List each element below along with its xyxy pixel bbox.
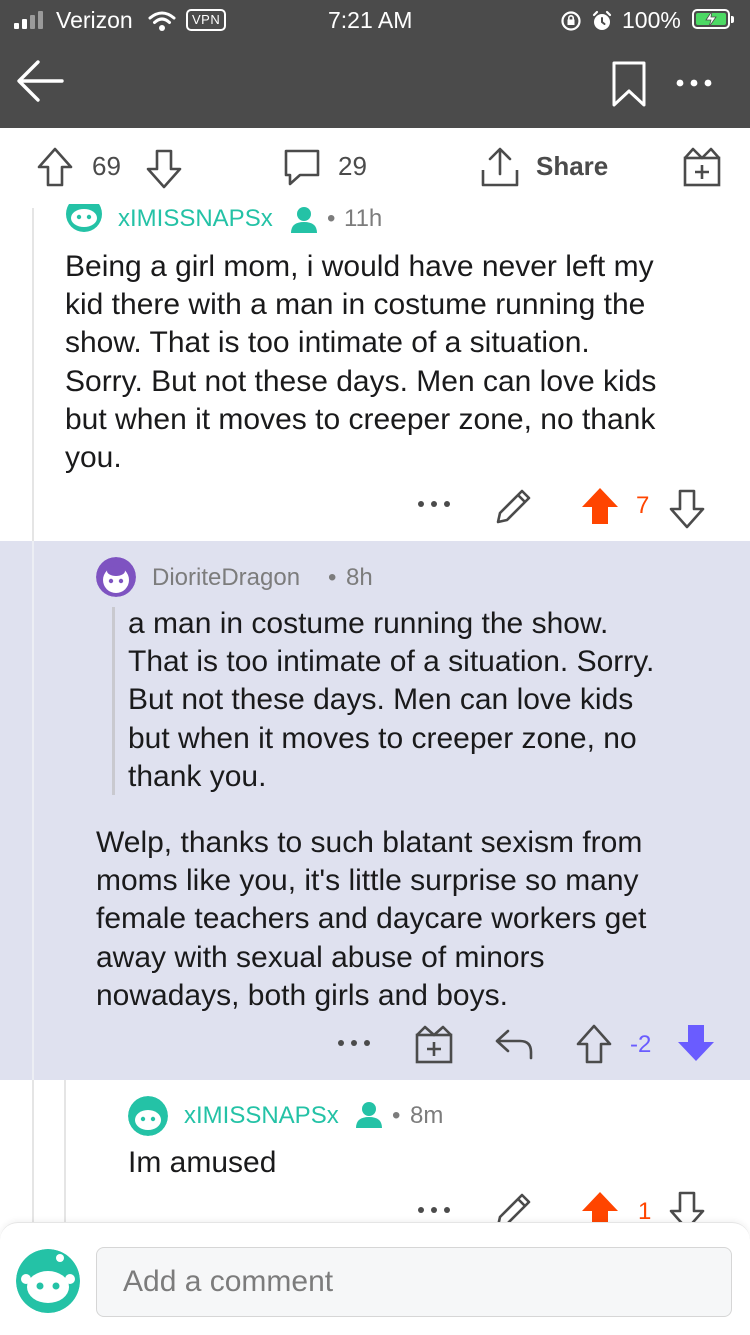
- carrier-name: Verizon: [56, 7, 133, 33]
- op-user-icon: [291, 207, 317, 233]
- top-bar: Verizon VPN 7:21 AM 100%: [0, 0, 750, 128]
- more-options-icon[interactable]: [416, 498, 452, 510]
- post-action-bar: 69 29 Share: [0, 128, 750, 208]
- wifi-icon: [148, 11, 176, 31]
- alarm-icon: [592, 10, 612, 30]
- upvote-icon[interactable]: [580, 486, 620, 526]
- meta-separator: •: [327, 205, 336, 232]
- comment-score: -2: [630, 1031, 652, 1058]
- back-arrow-icon[interactable]: [14, 56, 66, 106]
- status-time: 7:21 AM: [328, 7, 413, 33]
- downvote-icon[interactable]: [145, 148, 183, 190]
- comment-time: 11h: [344, 205, 383, 232]
- comment-score: 1: [638, 1198, 652, 1222]
- comment-body: Im amused: [128, 1146, 277, 1179]
- comment-icon[interactable]: [282, 147, 322, 187]
- award-icon[interactable]: [682, 146, 722, 188]
- thread-line[interactable]: [32, 541, 34, 1080]
- comment-username[interactable]: DioriteDragon: [152, 564, 300, 592]
- comment-username[interactable]: xIMISSNAPSx: [184, 1102, 339, 1130]
- status-bar: Verizon VPN 7:21 AM 100%: [0, 0, 750, 40]
- downvote-icon[interactable]: [676, 1023, 716, 1063]
- post-vote-count: 69: [92, 151, 121, 181]
- comment-count: 29: [338, 151, 367, 181]
- meta-separator: •: [392, 1102, 401, 1129]
- upvote-icon[interactable]: [574, 1023, 614, 1065]
- bookmark-icon[interactable]: [610, 60, 648, 108]
- more-options-icon[interactable]: [674, 76, 714, 90]
- avatar[interactable]: [96, 557, 136, 597]
- more-options-icon[interactable]: [336, 1037, 372, 1049]
- comment-time: 8h: [346, 564, 373, 591]
- comment-time: 8m: [410, 1102, 444, 1129]
- downvote-icon[interactable]: [667, 488, 707, 530]
- comment-score: 7: [636, 492, 650, 519]
- downvote-icon[interactable]: [667, 1190, 707, 1222]
- more-options-icon[interactable]: [416, 1204, 452, 1216]
- signal-icon: [14, 11, 48, 29]
- comment-username[interactable]: xIMISSNAPSx: [118, 205, 273, 233]
- upvote-icon[interactable]: [580, 1190, 620, 1222]
- share-icon[interactable]: [480, 146, 520, 188]
- comment-body: Welp, thanks to such blatant sexism from…: [96, 826, 647, 1012]
- comment-body: Being a girl mom, i would have never lef…: [65, 250, 657, 475]
- orientation-lock-icon: [561, 11, 581, 31]
- op-user-icon: [356, 1102, 382, 1128]
- award-icon[interactable]: [414, 1024, 454, 1064]
- comment-quote: a man in costume running the show. That …: [128, 607, 655, 793]
- quote-bar: [112, 607, 115, 795]
- upvote-icon[interactable]: [36, 146, 74, 188]
- comment-composer: [0, 1222, 750, 1335]
- meta-separator: •: [328, 564, 337, 591]
- vpn-badge: VPN: [186, 9, 227, 31]
- reply-icon[interactable]: [494, 1028, 534, 1060]
- battery-percent: 100%: [622, 7, 681, 33]
- edit-pencil-icon[interactable]: [494, 1190, 534, 1222]
- edit-pencil-icon[interactable]: [494, 486, 534, 526]
- avatar: [16, 1249, 80, 1313]
- comment: xIMISSNAPSx • 8m Im amused 1: [0, 1080, 750, 1222]
- avatar[interactable]: [128, 1096, 168, 1136]
- avatar[interactable]: [64, 204, 104, 234]
- comment: xIMISSNAPSx • 11h Being a girl mom, i wo…: [0, 204, 750, 541]
- share-button[interactable]: Share: [536, 151, 608, 182]
- comment-input[interactable]: [96, 1247, 732, 1317]
- battery-charging-icon: [692, 9, 734, 29]
- highlighted-comment: DioriteDragon • 8h a man in costume runn…: [0, 541, 750, 1080]
